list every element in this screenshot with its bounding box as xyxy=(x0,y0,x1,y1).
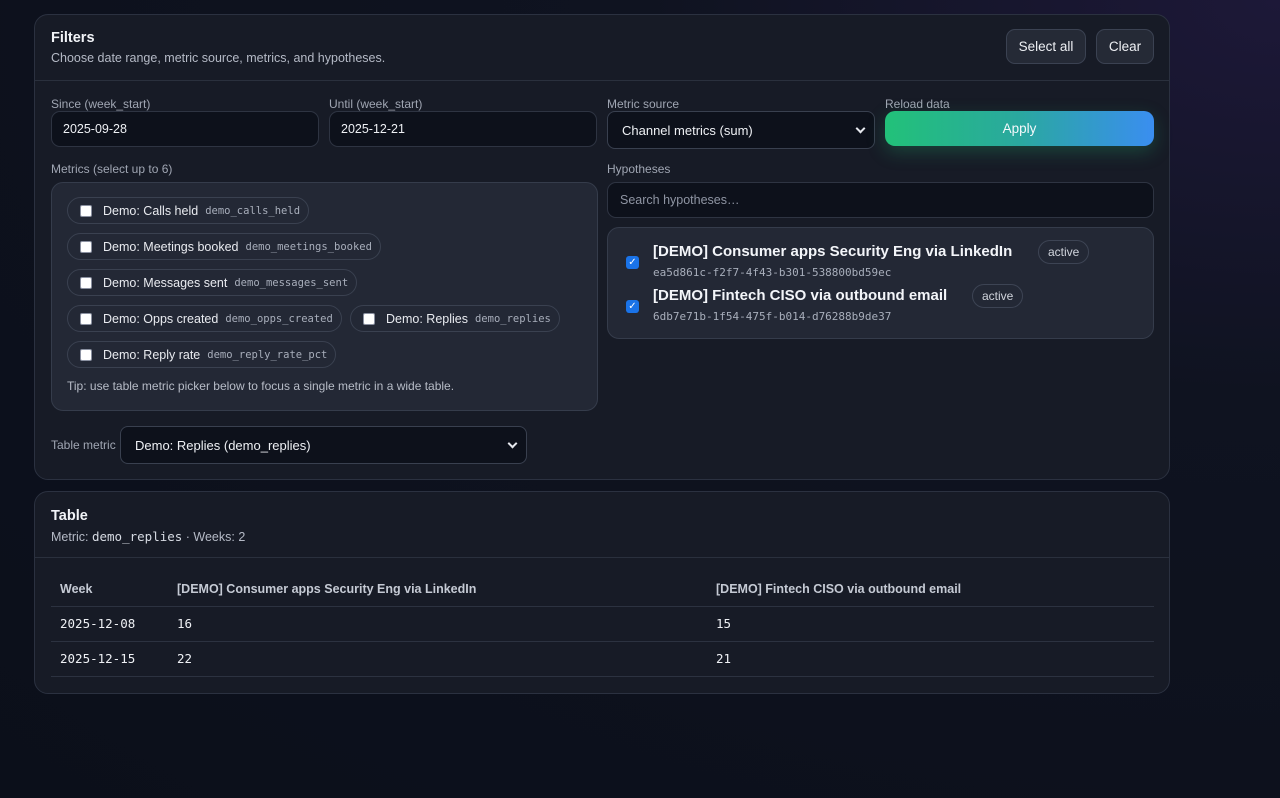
week-cell: 2025-12-08 xyxy=(51,606,168,642)
metrics-tip: Tip: use table metric picker below to fo… xyxy=(67,379,455,393)
weeks-count: · Weeks: 2 xyxy=(182,530,246,544)
metric-option-label: Demo: Reply rate xyxy=(103,347,201,362)
metric-source-value: Channel metrics (sum) xyxy=(622,122,753,138)
metric-option-calls-held[interactable]: Demo: Calls held demo_calls_held xyxy=(67,197,310,224)
metric-option-opps-created[interactable]: Demo: Opps created demo_opps_created xyxy=(67,305,342,332)
metric-option-label: Demo: Messages sent xyxy=(103,275,228,290)
metric-option-label: Demo: Meetings booked xyxy=(103,239,239,254)
value-cell: 15 xyxy=(707,606,1154,642)
reload-data-label: Reload data xyxy=(885,97,950,111)
metric-source-label: Metric source xyxy=(607,97,680,111)
hypotheses-list: ✓ [DEMO] Consumer apps Security Eng via … xyxy=(607,227,1154,339)
metric-checkbox[interactable] xyxy=(80,204,92,217)
metric-option-code: demo_meetings_booked xyxy=(245,240,372,253)
metrics-label: Metrics (select up to 6) xyxy=(51,162,173,176)
metric-code: demo_replies xyxy=(91,529,183,544)
value-cell: 16 xyxy=(168,606,707,642)
metric-checkbox[interactable] xyxy=(80,312,92,325)
hypothesis-item[interactable]: ✓ [DEMO] Consumer apps Security Eng via … xyxy=(626,240,1146,283)
metric-option-label: Demo: Opps created xyxy=(103,311,219,326)
until-label: Until (week_start) xyxy=(329,97,423,111)
metric-checkbox[interactable] xyxy=(363,312,375,325)
hypotheses-search-input[interactable]: Search hypotheses… xyxy=(607,182,1154,218)
metric-option-replies[interactable]: Demo: Replies demo_replies xyxy=(350,305,560,332)
value-cell: 21 xyxy=(707,641,1154,677)
metric-option-meetings-booked[interactable]: Demo: Meetings booked demo_meetings_book… xyxy=(67,233,381,260)
column-header: Week xyxy=(51,572,168,607)
hypothesis-id: ea5d861c-f2f7-4f43-b301-538800bd59ec xyxy=(653,266,892,279)
clear-button[interactable]: Clear xyxy=(1096,29,1154,64)
status-badge: active xyxy=(972,284,1024,308)
metric-option-reply-rate[interactable]: Demo: Reply rate demo_reply_rate_pct xyxy=(67,341,337,368)
value-cell: 22 xyxy=(168,641,707,677)
table-metric-select[interactable]: Demo: Replies (demo_replies) xyxy=(120,426,527,464)
until-date-input[interactable]: 2025-12-21 xyxy=(329,111,597,147)
since-label: Since (week_start) xyxy=(51,97,151,111)
table-metric-label: Table metric xyxy=(51,438,116,452)
status-badge: active xyxy=(1038,240,1090,264)
metric-option-code: demo_opps_created xyxy=(225,312,333,325)
apply-button[interactable]: Apply xyxy=(885,111,1154,146)
column-header: [DEMO] Fintech CISO via outbound email xyxy=(707,572,1154,607)
table-metric-value: Demo: Replies (demo_replies) xyxy=(135,437,311,453)
column-header: [DEMO] Consumer apps Security Eng via Li… xyxy=(168,572,707,607)
chevron-down-icon xyxy=(855,123,866,134)
week-cell: 2025-12-15 xyxy=(51,641,168,677)
filters-subtitle: Choose date range, metric source, metric… xyxy=(51,51,386,65)
metric-option-code: demo_reply_rate_pct xyxy=(207,348,328,361)
filters-header: Filters Choose date range, metric source… xyxy=(35,15,1169,81)
hypotheses-label: Hypotheses xyxy=(607,162,671,176)
table-subtitle: Metric: demo_replies · Weeks: 2 xyxy=(51,529,245,544)
select-all-button[interactable]: Select all xyxy=(1006,29,1086,64)
hypothesis-checkbox[interactable]: ✓ xyxy=(626,300,639,313)
since-date-input[interactable]: 2025-09-28 xyxy=(51,111,319,147)
table-header: Table Metric: demo_replies · Weeks: 2 xyxy=(35,492,1169,558)
hypothesis-name: [DEMO] Fintech CISO via outbound email xyxy=(653,287,948,304)
hypothesis-id: 6db7e71b-1f54-475f-b014-d76288b9de37 xyxy=(653,310,892,323)
metric-option-label: Demo: Replies xyxy=(386,311,468,326)
metric-source-select[interactable]: Channel metrics (sum) xyxy=(607,111,875,149)
filters-title: Filters xyxy=(51,30,95,46)
table-row: 2025-12-08 16 15 xyxy=(51,606,1154,642)
filters-card: Filters Choose date range, metric source… xyxy=(34,14,1170,480)
metric-prefix: Metric: xyxy=(51,530,92,544)
metrics-panel: Demo: Calls held demo_calls_held Demo: M… xyxy=(51,182,598,411)
metric-option-code: demo_calls_held xyxy=(205,204,301,217)
metric-option-messages-sent[interactable]: Demo: Messages sent demo_messages_sent xyxy=(67,269,358,296)
metric-checkbox[interactable] xyxy=(80,240,92,253)
metric-checkbox[interactable] xyxy=(80,276,92,289)
table-card: Table Metric: demo_replies · Weeks: 2 We… xyxy=(34,491,1170,694)
data-table: Week [DEMO] Consumer apps Security Eng v… xyxy=(51,572,1154,677)
hypothesis-name: [DEMO] Consumer apps Security Eng via Li… xyxy=(653,243,1013,260)
metric-checkbox[interactable] xyxy=(80,348,92,361)
metric-option-label: Demo: Calls held xyxy=(103,203,199,218)
metric-option-code: demo_replies xyxy=(474,312,551,325)
table-row: 2025-12-15 22 21 xyxy=(51,641,1154,677)
hypothesis-checkbox[interactable]: ✓ xyxy=(626,256,639,269)
hypothesis-item[interactable]: ✓ [DEMO] Fintech CISO via outbound email… xyxy=(626,284,1146,327)
chevron-down-icon xyxy=(507,438,518,449)
metric-option-code: demo_messages_sent xyxy=(234,276,349,289)
table-title: Table xyxy=(51,508,88,524)
table-header-row: Week [DEMO] Consumer apps Security Eng v… xyxy=(51,572,1154,607)
